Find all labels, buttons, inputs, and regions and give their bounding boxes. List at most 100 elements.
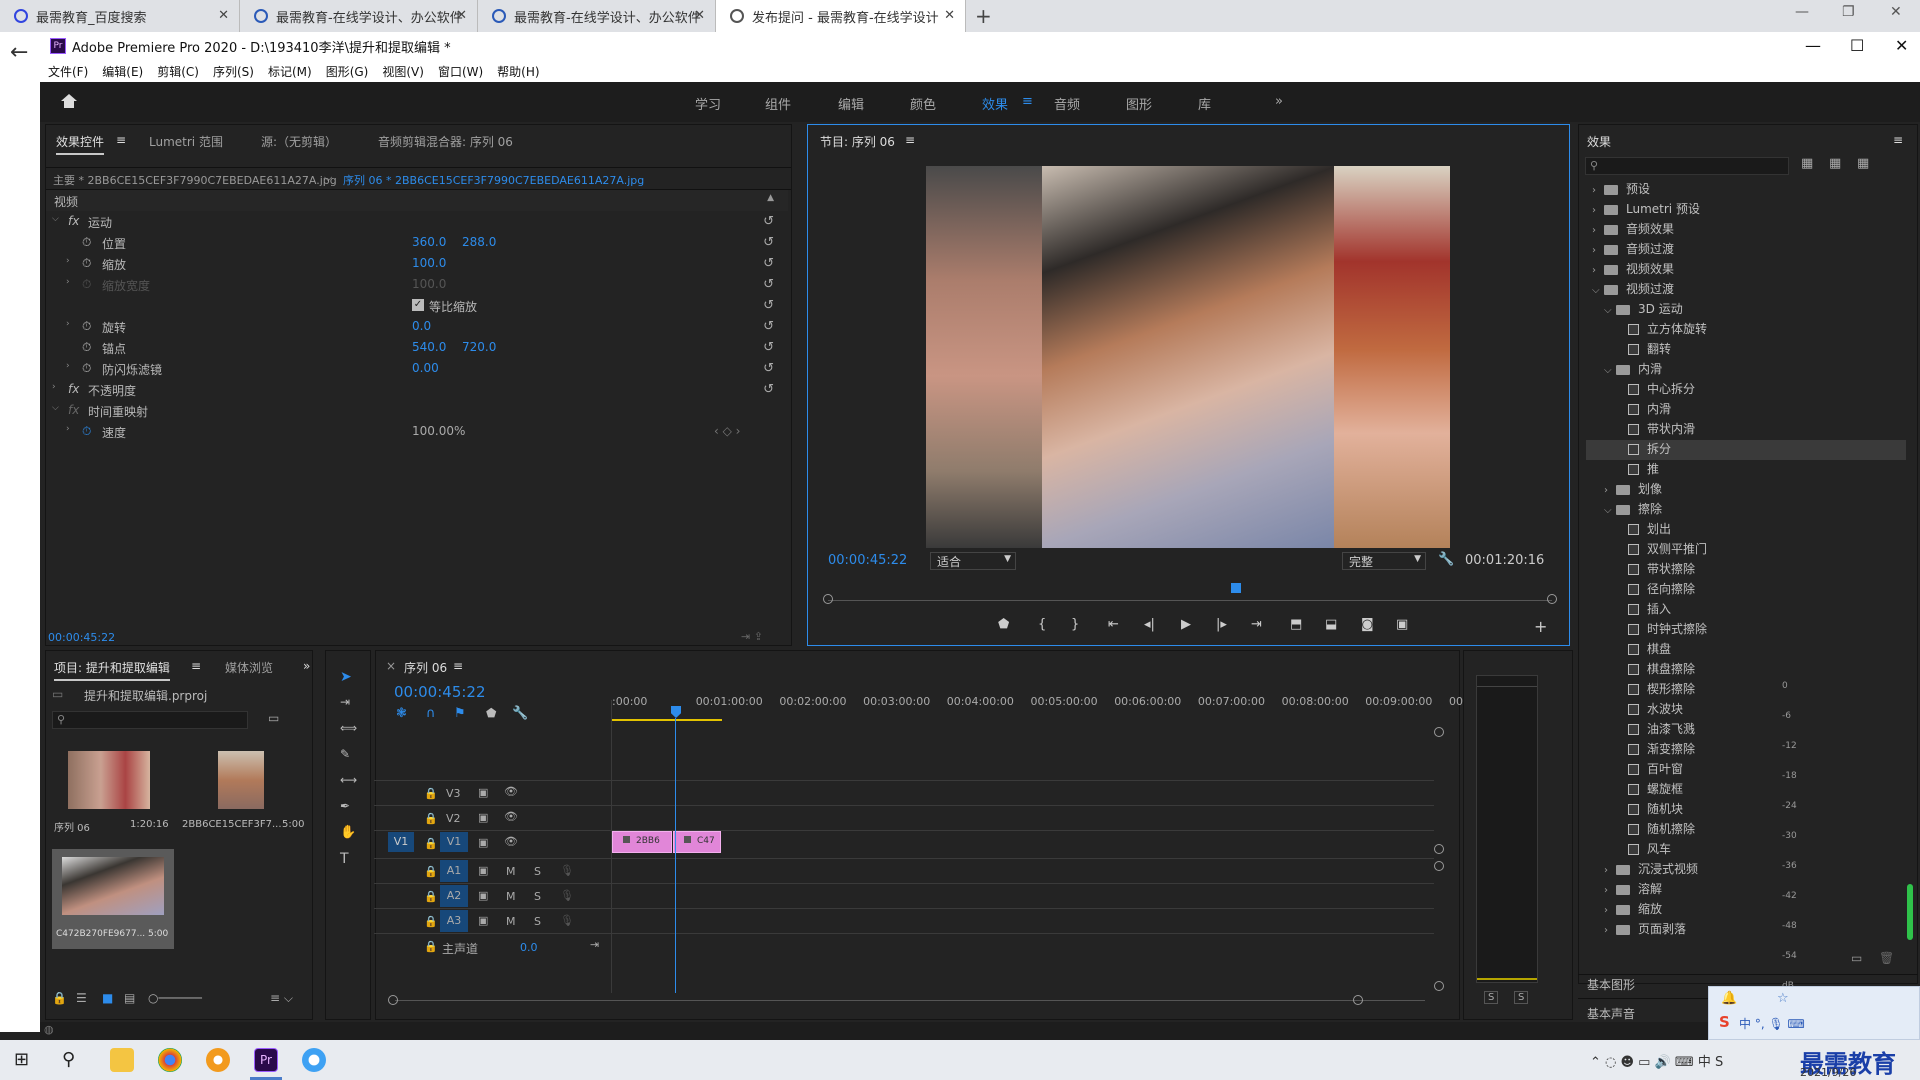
effects-folder[interactable]: ⌵ 3D 运动 (1586, 300, 1906, 320)
play-icon[interactable]: ▶ (1181, 617, 1191, 632)
effects-item[interactable]: 划出 (1586, 520, 1906, 540)
premiere-taskbar-icon[interactable]: Pr (254, 1048, 278, 1072)
effects-folder[interactable]: › 划像 (1586, 480, 1906, 500)
effects-folder[interactable]: › 沉浸式视频 (1586, 860, 1906, 880)
close-icon[interactable]: ✕ (1895, 36, 1908, 55)
track-label[interactable]: V1 (440, 832, 468, 852)
effects-item[interactable]: 时钟式擦除 (1586, 620, 1906, 640)
sync-lock-icon[interactable]: ▣ (478, 811, 488, 824)
effects-search-input[interactable]: ⚲ (1585, 157, 1789, 175)
hamburger-icon[interactable]: ≡ (1022, 94, 1033, 109)
zoom-handle-left[interactable] (823, 594, 833, 604)
track-header-a3[interactable]: 🔒 A3 ▣ M S 🎙 (376, 910, 612, 934)
clip-c47[interactable]: C47 (673, 831, 721, 853)
type-tool-icon[interactable]: T (340, 851, 349, 867)
close-icon[interactable]: ✕ (218, 8, 229, 23)
chevron-right-icon[interactable]: › (1604, 905, 1616, 916)
eye-icon[interactable]: 👁 (504, 810, 518, 823)
eye-icon[interactable]: 👁 (504, 785, 518, 798)
minimize-icon[interactable]: — (1805, 36, 1821, 55)
home-icon[interactable] (60, 92, 78, 110)
v-scroll-handle[interactable] (1434, 861, 1444, 871)
chevron-down-icon[interactable]: ⌵ (324, 171, 332, 185)
compare-icon[interactable]: ▣ (1396, 617, 1408, 632)
extract-icon[interactable]: ⬓ (1325, 617, 1337, 632)
stopwatch-icon[interactable]: ⏱ (82, 319, 91, 334)
eye-icon[interactable]: 👁 (504, 835, 518, 848)
close-icon[interactable]: ✕ (694, 8, 705, 23)
icon-view-icon[interactable]: ■ (102, 991, 113, 1005)
lock-icon[interactable]: 🔒 (424, 812, 438, 825)
reset-icon[interactable]: ↺ (763, 340, 774, 355)
32bit-effects-icon[interactable]: ▦ (1829, 156, 1841, 171)
zoom-slider-icon[interactable]: ○────── (148, 991, 202, 1005)
workspace-effects[interactable]: 效果 (982, 94, 1008, 113)
expand-icon[interactable]: ⌵ (52, 403, 59, 413)
mute-button[interactable]: M (506, 865, 516, 878)
sequence-clip-label[interactable]: 序列 06 * 2BB6CE15CEF3F7990C7EBEDAE611A27A… (343, 172, 644, 188)
opacity-row[interactable]: › fx 不透明度 ↺ (46, 379, 788, 400)
expand-icon[interactable]: › (66, 256, 70, 266)
sync-lock-icon[interactable]: ▣ (478, 914, 488, 927)
menu-marker[interactable]: 标记(M) (268, 63, 312, 80)
effects-item[interactable]: 插入 (1586, 600, 1906, 620)
zoom-handle-right[interactable] (1547, 594, 1557, 604)
go-to-end-icon[interactable]: ⇥ (590, 938, 599, 951)
stopwatch-icon[interactable]: ⏱ (82, 235, 91, 250)
anchor-x-value[interactable]: 540.0 (412, 340, 446, 354)
track-header-a1[interactable]: 🔒 A1 ▣ M S 🎙 (376, 860, 612, 884)
keyframe-nav-icon[interactable]: ‹ ◇ › (714, 424, 740, 438)
rotation-row[interactable]: › ⏱ 旋转 0.0 ↺ (46, 316, 788, 337)
effects-folder[interactable]: › 预设 (1586, 180, 1906, 200)
effects-folder[interactable]: › 音频过渡 (1586, 240, 1906, 260)
track-header-v3[interactable]: 🔒 V3 ▣ 👁 (376, 782, 612, 806)
solo-left-button[interactable]: S (1484, 991, 1499, 1004)
sync-lock-icon[interactable]: ▣ (478, 889, 488, 902)
new-tab-button[interactable]: + (975, 4, 992, 28)
chevron-right-icon[interactable]: › (1604, 865, 1616, 876)
effects-scrollbar[interactable] (1907, 884, 1913, 940)
reset-icon[interactable]: ↺ (763, 382, 774, 397)
snap-icon[interactable]: ∩ (426, 706, 436, 721)
track-label[interactable]: A2 (440, 885, 468, 907)
workspace-editing[interactable]: 编辑 (838, 94, 864, 113)
browser-tab[interactable]: 最需教育-在线学设计、办公软件 ✕ (478, 0, 716, 32)
chevron-down-icon[interactable]: ⌵ (1604, 505, 1616, 516)
reset-icon[interactable]: ↺ (763, 319, 774, 334)
uniform-scale-checkbox[interactable]: ✓ (412, 299, 424, 311)
tab-lumetri-scopes[interactable]: Lumetri 范围 (149, 133, 223, 150)
anchor-y-value[interactable]: 720.0 (462, 340, 496, 354)
reset-icon[interactable]: ↺ (763, 361, 774, 376)
panel-menu-icon[interactable]: ≡ (116, 133, 126, 147)
solo-button[interactable]: S (534, 915, 541, 928)
chevron-down-icon[interactable]: ⌵ (1604, 365, 1616, 376)
razor-tool-icon[interactable]: ✎ (340, 747, 350, 761)
browser-tab[interactable]: 最需教育_百度搜索 ✕ (0, 0, 240, 32)
effects-item[interactable]: 随机擦除 (1586, 820, 1906, 840)
effects-folder[interactable]: ⌵ 擦除 (1586, 500, 1906, 520)
chevron-right-icon[interactable]: › (1604, 925, 1616, 936)
minimize-icon[interactable]: — (1795, 4, 1809, 20)
mark-in-icon[interactable]: { (1038, 617, 1046, 632)
reset-icon[interactable]: ↺ (763, 277, 774, 292)
scale-value[interactable]: 100.0 (412, 256, 446, 270)
lock-icon[interactable]: 🔒 (424, 865, 438, 878)
expand-icon[interactable]: › (52, 382, 56, 392)
timeline-timecode[interactable]: 00:00:45:22 (394, 683, 486, 701)
menu-edit[interactable]: 编辑(E) (102, 63, 143, 80)
track-select-tool-icon[interactable]: ⇥ (340, 695, 350, 709)
mute-button[interactable]: M (506, 915, 516, 928)
v-scroll-handle[interactable] (1434, 844, 1444, 854)
solo-button[interactable]: S (534, 890, 541, 903)
effects-item[interactable]: 翻转 (1586, 340, 1906, 360)
motion-row[interactable]: ⌵ fx 运动 ↺ (46, 211, 788, 232)
new-bin-icon[interactable]: ▭ (1851, 951, 1862, 965)
microphone-icon[interactable]: 🎙 (560, 914, 574, 927)
chevron-right-icon[interactable]: › (1592, 245, 1604, 256)
more-workspaces-icon[interactable]: » (1275, 94, 1283, 109)
lock-icon[interactable]: 🔒 (424, 915, 438, 928)
bell-icon[interactable]: 🔔 (1721, 991, 1737, 1006)
program-video-frame[interactable] (926, 166, 1450, 548)
lock-icon[interactable]: 🔒 (424, 787, 438, 800)
restore-icon[interactable]: ❐ (1842, 4, 1855, 20)
